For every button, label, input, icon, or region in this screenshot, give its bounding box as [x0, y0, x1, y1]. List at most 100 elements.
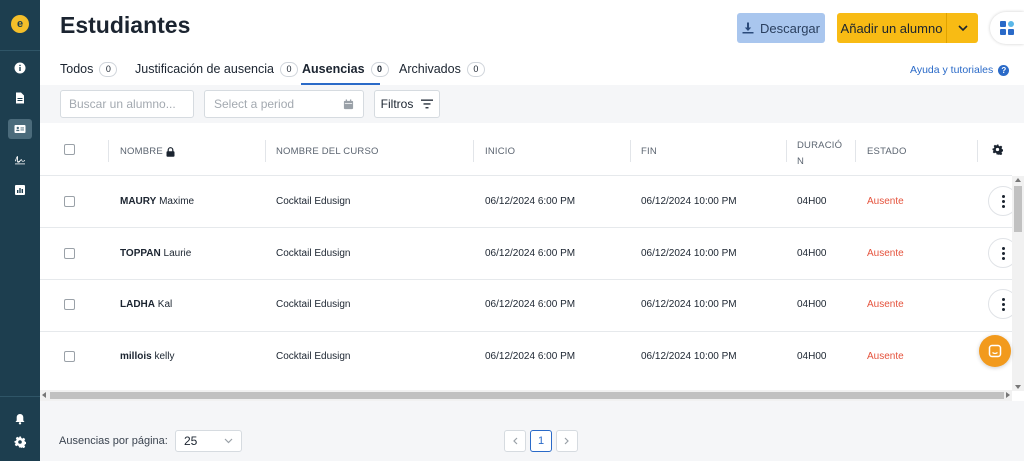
chevron-down-icon [224, 438, 233, 444]
row-checkbox[interactable] [64, 351, 75, 362]
more-options-icon [1001, 297, 1005, 301]
document-icon [16, 92, 24, 104]
sidebar-item-students[interactable] [8, 119, 32, 139]
row-checkbox[interactable] [64, 299, 75, 310]
column-separator [108, 140, 109, 162]
calendar-icon [343, 98, 354, 109]
sidebar-item-notifications[interactable] [8, 409, 32, 429]
course-name: Cocktail Edusign [276, 299, 351, 310]
add-student-button-group: Añadir un alumno [837, 13, 978, 43]
signature-icon [15, 156, 25, 165]
filters-button-label: Filtros [380, 97, 414, 111]
tab-label: Ausencias [302, 62, 365, 76]
select-all-checkbox[interactable] [64, 144, 75, 155]
sidebar-item-settings[interactable] [8, 432, 32, 452]
tab-ausencias[interactable]: Ausencias 0 [302, 62, 389, 84]
download-button[interactable]: Descargar [737, 13, 825, 43]
vertical-scrollbar[interactable] [1012, 176, 1024, 391]
header-name-label: NOMBRE [120, 146, 163, 157]
header-duration[interactable]: DURACIÓ N [797, 138, 842, 170]
start-time: 06/12/2024 6:00 PM [485, 351, 576, 362]
more-options-icon [1001, 307, 1005, 311]
sidebar-item-signatures[interactable] [8, 149, 32, 169]
column-separator [977, 140, 978, 162]
tab-justificacion[interactable]: Justificación de ausencia 0 [135, 62, 298, 84]
scrollbar-thumb[interactable] [50, 392, 1004, 399]
student-name: TOPPAN Laurie [120, 248, 191, 259]
tab-todos[interactable]: Todos 0 [60, 62, 118, 84]
horizontal-scrollbar[interactable] [40, 390, 1012, 401]
chevron-down-icon [957, 24, 968, 31]
add-student-dropdown-button[interactable] [947, 13, 978, 43]
column-separator [786, 140, 787, 162]
scroll-right-arrow[interactable] [1006, 392, 1010, 398]
row-divider [40, 279, 1012, 280]
header-status[interactable]: ESTADO [867, 146, 907, 157]
row-divider [40, 331, 1012, 332]
status-badge: Ausente [867, 196, 904, 207]
column-separator [473, 140, 474, 162]
tab-count-badge: 0 [99, 62, 118, 77]
tab-count-badge: 0 [279, 62, 298, 77]
header-end[interactable]: FIN [641, 146, 657, 157]
more-options-icon [1001, 251, 1005, 255]
student-first-name: kelly [154, 351, 175, 362]
filters-button[interactable]: Filtros [374, 90, 440, 118]
row-checkbox[interactable] [64, 196, 75, 207]
header-course[interactable]: NOMBRE DEL CURSO [276, 146, 379, 157]
sidebar-item-documents[interactable] [8, 88, 32, 108]
scroll-down-arrow[interactable] [1015, 385, 1021, 389]
end-time: 06/12/2024 10:00 PM [641, 299, 737, 310]
course-name: Cocktail Edusign [276, 196, 351, 207]
duration: 04H00 [797, 196, 827, 207]
help-link[interactable]: Ayuda y tutoriales ? [910, 64, 1010, 76]
status-badge: Ausente [867, 351, 904, 362]
tab-label: Archivados [399, 62, 461, 76]
previous-page-button[interactable] [504, 430, 526, 452]
row-checkbox[interactable] [64, 248, 75, 259]
student-first-name: Laurie [163, 248, 192, 259]
scroll-up-arrow[interactable] [1015, 178, 1021, 182]
tab-count-badge: 0 [466, 62, 485, 77]
student-last-name: millois [120, 351, 152, 362]
period-picker[interactable]: Select a period [204, 90, 364, 118]
page-title: Estudiantes [60, 12, 191, 38]
search-input[interactable] [60, 90, 194, 118]
sidebar: e [0, 0, 40, 461]
student-name: millois kelly [120, 351, 174, 362]
student-name: LADHA Kal [120, 299, 172, 310]
scrollbar-thumb[interactable] [1014, 186, 1022, 232]
sidebar-item-info[interactable] [8, 58, 32, 78]
more-options-icon [1001, 256, 1005, 260]
period-placeholder: Select a period [214, 97, 295, 111]
scroll-left-arrow[interactable] [42, 392, 46, 398]
chat-icon [988, 344, 1002, 358]
header-duration-line2: N [797, 156, 805, 167]
tab-label: Todos [60, 62, 94, 76]
start-time: 06/12/2024 6:00 PM [485, 299, 576, 310]
id-card-icon [14, 125, 26, 133]
column-separator [630, 140, 631, 162]
gear-icon[interactable] [992, 144, 1003, 155]
chat-launcher[interactable] [979, 335, 1011, 367]
add-student-button[interactable]: Añadir un alumno [837, 13, 946, 43]
student-name: MAURY Maxime [120, 196, 194, 207]
brand-logo[interactable]: e [11, 15, 29, 33]
tab-archivados[interactable]: Archivados 0 [399, 62, 485, 84]
next-page-button[interactable] [556, 430, 578, 452]
header-name[interactable]: NOMBRE [120, 146, 175, 157]
lock-icon [166, 146, 175, 157]
sidebar-item-statistics[interactable] [8, 180, 32, 200]
page-button-current[interactable]: 1 [530, 430, 552, 452]
header-start[interactable]: INICIO [485, 146, 515, 157]
duration: 04H00 [797, 299, 827, 310]
help-icon: ? [998, 64, 1010, 76]
per-page-select[interactable]: 25 [175, 430, 242, 452]
start-time: 06/12/2024 6:00 PM [485, 248, 576, 259]
tab-label: Justificación de ausencia [135, 62, 274, 76]
app-switcher-button[interactable] [990, 12, 1024, 44]
more-options-icon [1001, 204, 1005, 208]
student-last-name: MAURY [120, 196, 157, 207]
tab-count-badge: 0 [370, 62, 389, 77]
download-icon [742, 22, 754, 34]
